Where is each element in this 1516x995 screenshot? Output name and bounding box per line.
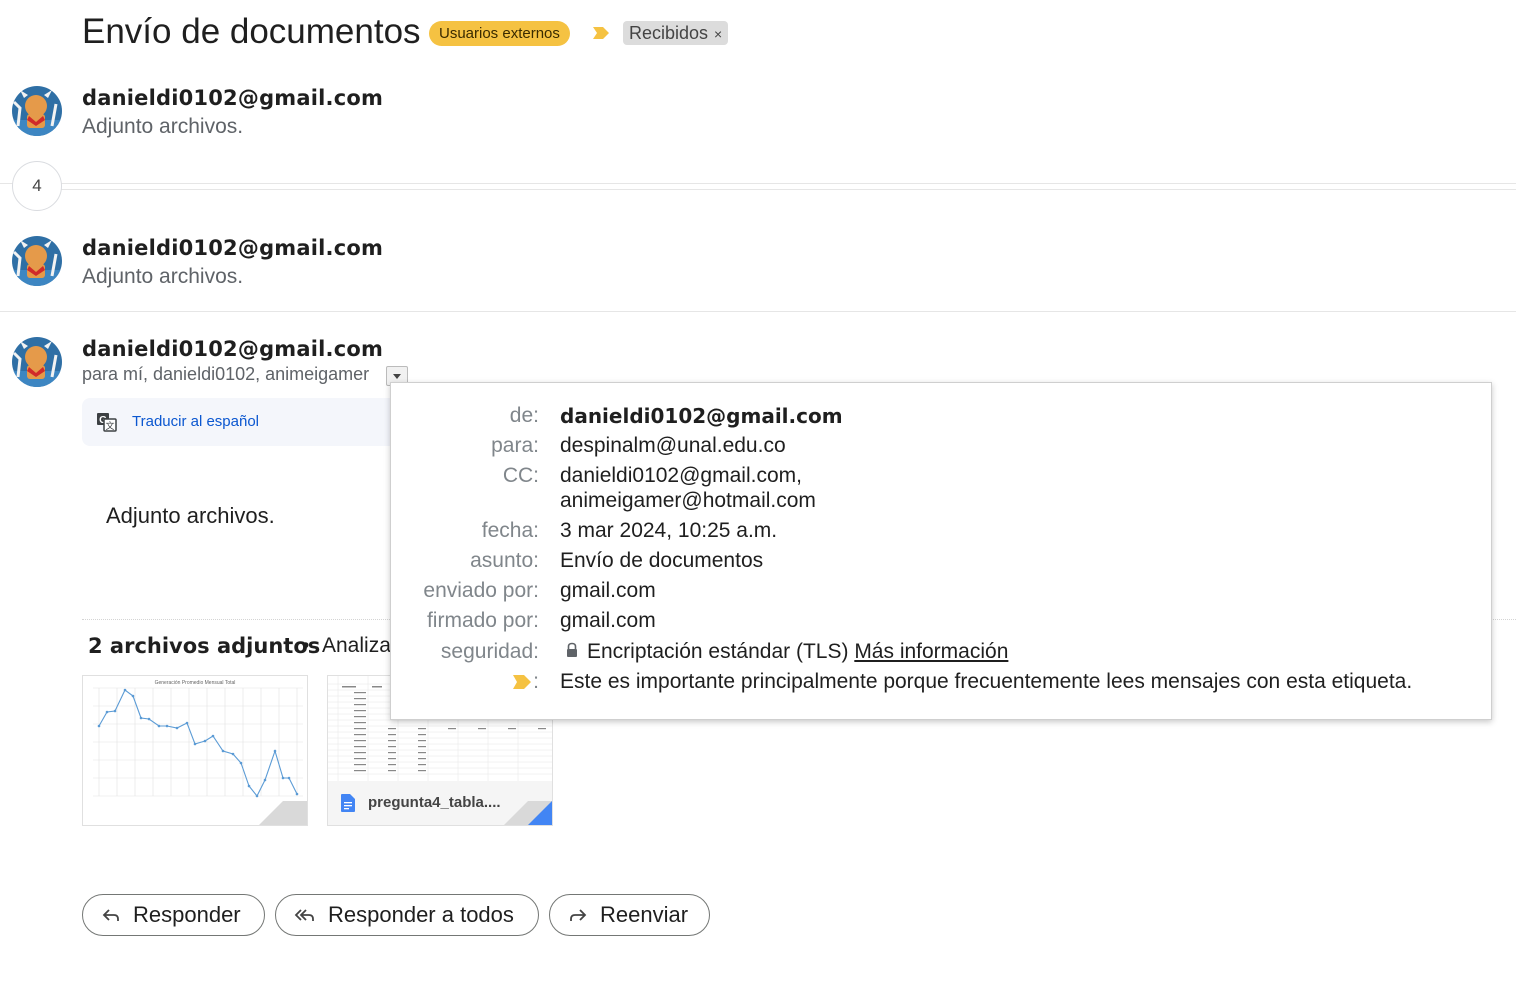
avatar[interactable] [12,236,62,286]
translate-icon: G 文 [97,413,117,432]
mailed-by-value: gmail.com [560,579,656,602]
avatar[interactable] [12,337,62,387]
learn-more-link[interactable]: Más información [854,640,1008,663]
google-docs-icon [341,794,355,812]
scan-attachments-label: Analiza [322,634,391,657]
attachment-filename[interactable]: pregunta4_tabla.... [368,794,501,811]
label-recibidos[interactable]: Recibidos × [623,21,729,45]
reply-icon [102,909,119,921]
reply-button[interactable]: Responder [82,894,265,936]
to-value: despinalm@unal.edu.co [560,434,786,457]
message-snippet[interactable]: Adjunto archivos. [82,115,243,139]
signed-by-value: gmail.com [560,609,656,632]
attachments-separator: • [302,634,310,657]
importance-value: Este es importante principalmente porque… [560,670,1413,693]
cc-value-2: animeigamer@hotmail.com [560,489,816,512]
mailed-by-key: enviado por: [423,579,539,602]
reply-all-label: Responder a todos [328,902,514,927]
to-key: para: [491,434,539,457]
security-value: Encriptación estándar (TLS) Más informac… [587,640,1008,664]
collapsed-messages-count[interactable]: 4 [12,161,62,211]
svg-text:文: 文 [105,420,114,431]
avatar[interactable] [12,86,62,136]
forward-label: Reenviar [600,902,689,927]
from-value: danieldi0102@gmail.com [560,404,843,428]
forward-button[interactable]: Reenviar [549,894,710,936]
message-sender[interactable]: danieldi0102@gmail.com [82,236,383,260]
recipients-summary: para mí, danieldi0102, animeigamer [82,364,370,384]
label-recibidos-text: Recibidos [629,23,709,43]
collapsed-divider [0,183,1516,184]
thread-subject: Envío de documentos [82,12,421,51]
date-value: 3 mar 2024, 10:25 a.m. [560,519,778,542]
message-divider [0,311,1516,312]
remove-label-icon[interactable]: × [714,26,722,42]
subject-value: Envío de documentos [560,549,764,572]
reply-all-button[interactable]: Responder a todos [275,894,539,936]
collapsed-divider-2 [60,189,1516,190]
reply-all-icon [294,909,314,921]
date-key: fecha: [481,519,539,542]
attachment-image-thumbnail[interactable]: Generación Promedio Mensual Total [82,675,308,826]
forward-icon [570,909,587,921]
signed-by-key: firmado por: [426,609,539,632]
message-details-popup: de: danieldi0102@gmail.com para: despina… [390,382,1492,720]
security-text: Encriptación estándar (TLS) [587,640,849,663]
from-key: de: [509,404,539,427]
message-body: Adjunto archivos. [106,503,275,528]
message-sender[interactable]: danieldi0102@gmail.com [82,337,383,361]
importance-marker-icon [513,675,531,689]
reply-label: Responder [133,902,241,927]
translate-link[interactable]: Traducir al español [132,413,259,430]
importance-key: : [533,670,539,693]
cc-value-1: danieldi0102@gmail.com, [560,464,802,487]
label-usuarios-externos[interactable]: Usuarios externos [429,21,570,46]
thumbnail-caption: Generación Promedio Mensual Total [155,680,236,686]
lock-icon [567,642,577,657]
cc-key: CC: [502,464,539,487]
message-snippet[interactable]: Adjunto archivos. [82,265,243,289]
message-sender[interactable]: danieldi0102@gmail.com [82,86,383,110]
attachments-count: 2 archivos adjuntos [88,634,321,658]
subject-key: asunto: [470,549,539,572]
importance-marker-icon[interactable] [593,27,609,39]
security-key: seguridad: [440,640,539,663]
